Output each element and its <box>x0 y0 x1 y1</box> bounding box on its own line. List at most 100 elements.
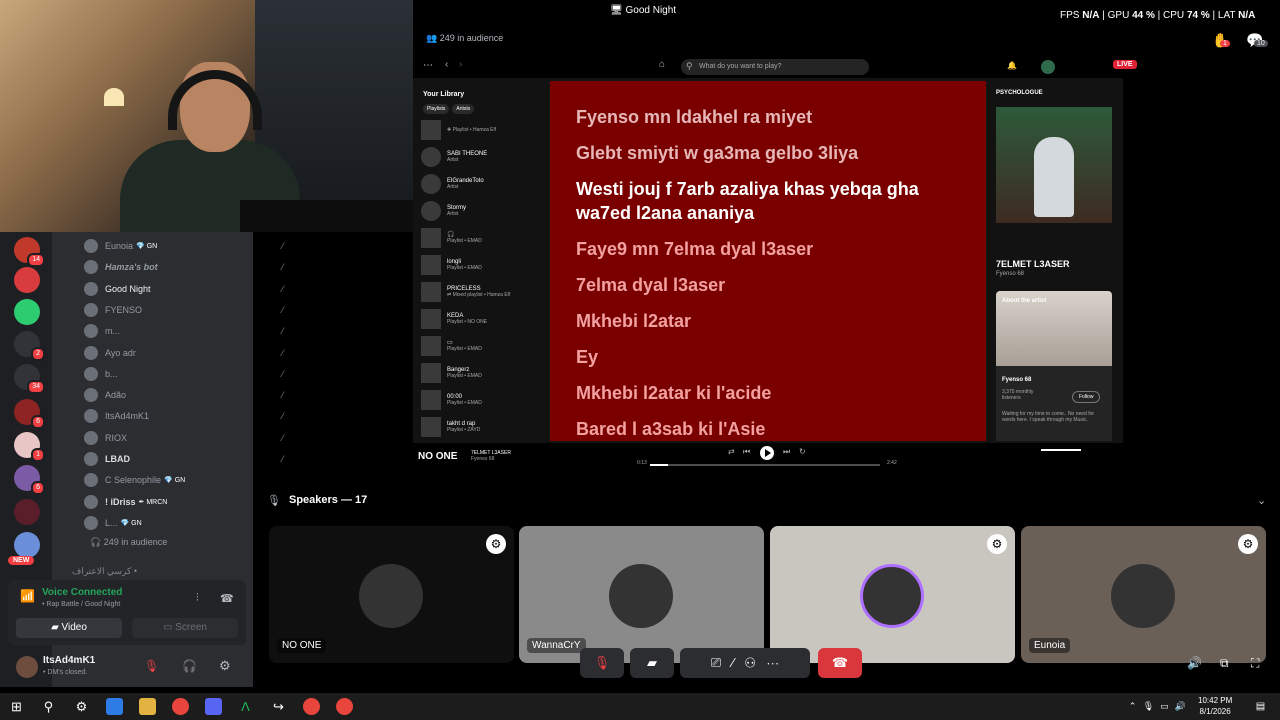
library-item[interactable]: SABI THEONE Artist <box>415 143 546 170</box>
library-item[interactable]: PRICELESS ⇄ Mixed playlist • Hamza Elf <box>415 278 546 305</box>
voice-member[interactable]: RIOX ⁄ <box>84 429 284 447</box>
search-input[interactable]: ⚲ What do you want to play? <box>681 59 869 75</box>
tray-volume-icon[interactable]: 🔊 <box>1172 698 1189 715</box>
library-item[interactable]: ▭ Playlist • EMAD <box>415 332 546 359</box>
chat-button[interactable]: 💬 10 <box>1246 32 1268 49</box>
forward-icon[interactable]: › <box>459 59 462 70</box>
voice-member[interactable]: ItsAd4mK1 ⁄ <box>84 407 284 425</box>
library-item[interactable]: 🎧 Playlist • EMAD <box>415 224 546 251</box>
settings-icon[interactable]: ⚙ <box>73 698 90 715</box>
mic-muted-icon[interactable]: 🎙 <box>144 659 159 673</box>
voice-member[interactable]: Good Night ⁄ <box>84 280 284 298</box>
back-icon[interactable]: ‹ <box>445 59 448 70</box>
server-icon[interactable]: 6 <box>14 465 45 495</box>
app-icon[interactable]: Λ <box>237 698 254 715</box>
server-icon[interactable]: 34 <box>14 364 45 394</box>
more-icon[interactable]: ⋯ <box>766 655 779 670</box>
screen-share-icon[interactable]: ⎚ <box>711 655 721 670</box>
progress-bar[interactable] <box>650 464 880 466</box>
system-clock[interactable]: 10:42 PM 8/1/2026 <box>1198 695 1232 717</box>
follow-button[interactable]: Follow <box>1072 391 1101 403</box>
username[interactable]: ItsAd4mK1 <box>43 655 95 666</box>
previous-icon[interactable]: ⏮ <box>743 447 750 457</box>
folder-icon[interactable] <box>139 698 156 715</box>
notification-icon[interactable]: ▤ <box>1252 698 1269 715</box>
filter-chip[interactable]: Artists <box>452 104 475 114</box>
about-artist-card[interactable]: About the artist Fyenso 68 3,375 monthly… <box>996 291 1112 441</box>
voice-status[interactable]: Voice Connected <box>42 587 122 598</box>
gear-icon[interactable]: ⚙ <box>1238 534 1258 554</box>
mic-off-icon[interactable]: ⁄ <box>732 655 734 670</box>
obs-icon[interactable] <box>336 698 353 715</box>
disconnect-icon[interactable]: ☎ <box>220 592 234 605</box>
chrome-icon-2[interactable] <box>303 698 320 715</box>
popout-icon[interactable]: ⧉ <box>1220 656 1229 671</box>
speaker-tile[interactable]: WannaCrY <box>519 526 764 663</box>
server-icon[interactable] <box>14 267 40 293</box>
lyric-line[interactable]: Bared l a3sab ki l'Asie <box>576 417 960 441</box>
windows-start-icon[interactable]: ⊞ <box>8 698 25 715</box>
lyric-line[interactable]: Glebt smiyti w ga3ma gelbo 3liya <box>576 141 960 165</box>
server-icon[interactable]: 14 <box>14 237 45 267</box>
avatar[interactable] <box>16 656 38 678</box>
home-icon[interactable]: ⌂ <box>659 59 665 70</box>
speaker-tile[interactable]: NO ONE ⚙ <box>269 526 514 663</box>
chrome-icon[interactable] <box>172 698 189 715</box>
voice-member[interactable]: L...💎 GN⁄ <box>84 514 284 532</box>
mute-button[interactable]: 🎙 <box>580 648 624 678</box>
voice-member[interactable]: FYENSO ⁄ <box>84 301 284 319</box>
gear-icon[interactable]: ⚙ <box>987 534 1007 554</box>
library-item[interactable]: longli Playlist • EMAD <box>415 251 546 278</box>
voice-member[interactable]: Ayo adr ⁄ <box>84 344 284 362</box>
hang-up-button[interactable]: ☎ <box>818 648 862 678</box>
voice-member[interactable]: LBAD ⁄ <box>84 450 284 468</box>
gear-icon[interactable]: ⚙ <box>486 534 506 554</box>
library-item[interactable]: takht d rap Playlist • ZAYD <box>415 413 546 440</box>
library-item[interactable]: Bangerz Playlist • EMAD <box>415 359 546 386</box>
library-item[interactable]: 00:00 Playlist • EMAD <box>415 386 546 413</box>
volume-icon[interactable]: 🔊 <box>1187 656 1202 670</box>
voice-member[interactable]: C Selenophile💎 GN⁄ <box>84 471 284 489</box>
tray-chevron-icon[interactable]: ⌃ <box>1124 698 1141 715</box>
library-item[interactable]: KEDA Playlist • NO ONE <box>415 305 546 332</box>
volume-slider[interactable] <box>1041 449 1081 451</box>
activity-icon[interactable]: ⚇ <box>745 655 755 670</box>
voice-member[interactable]: b... ⁄ <box>84 365 284 383</box>
lyric-line[interactable]: Westi jouj f 7arb azaliya khas yebqa gha… <box>576 177 960 225</box>
tray-network-icon[interactable]: ▭ <box>1156 698 1173 715</box>
gear-icon[interactable]: ⚙ <box>219 658 231 674</box>
voice-member[interactable]: ! iDriss✒ MRCN⁄ <box>84 493 284 511</box>
search-icon[interactable]: ⚲ <box>40 698 57 715</box>
repeat-icon[interactable]: ↻ <box>799 447 806 456</box>
fullscreen-icon[interactable]: ⛶ <box>1251 656 1259 671</box>
lyric-line[interactable]: Faye9 mn 7elma dyal l3aser <box>576 237 960 261</box>
profile-avatar[interactable] <box>1041 60 1055 74</box>
shuffle-icon[interactable]: ⇄ <box>728 447 735 456</box>
library-item[interactable]: ✚ Playlist • Hamza Elf <box>415 116 546 143</box>
voice-member[interactable]: Adão ⁄ <box>84 386 284 404</box>
bell-icon[interactable]: 🔔 <box>1007 61 1017 70</box>
video-button[interactable]: ▰ Video <box>16 618 122 638</box>
track-artist[interactable]: Fyenso 68 <box>996 271 1024 277</box>
server-icon[interactable]: 2 <box>14 331 45 361</box>
server-icon[interactable] <box>14 499 40 525</box>
play-button[interactable] <box>760 446 774 460</box>
more-icon[interactable]: ⋯ <box>423 60 433 71</box>
library-item[interactable]: Stormy Artist <box>415 197 546 224</box>
lyric-line[interactable]: Mkhebi l2atar <box>576 309 960 333</box>
filter-chip[interactable]: Playlists <box>423 104 450 114</box>
next-icon[interactable]: ⏭ <box>783 447 790 457</box>
store-icon[interactable] <box>106 698 123 715</box>
screen-button[interactable]: ▭ Screen <box>132 618 238 638</box>
server-icon[interactable] <box>14 532 40 558</box>
soundboard-icon[interactable]: ⫶ <box>196 592 199 605</box>
server-icon[interactable] <box>14 299 40 325</box>
library-item[interactable]: ElGrandeToto Artist <box>415 170 546 197</box>
server-icon[interactable]: 1 <box>14 432 45 462</box>
camera-button[interactable]: ▰ <box>630 648 674 678</box>
tray-mic-icon[interactable]: 🎙 <box>1140 698 1157 715</box>
speaker-tile[interactable]: Eunoia ⚙ <box>1021 526 1266 663</box>
voice-member[interactable]: Hamza's bot ⁄ <box>84 258 284 276</box>
forum-channel[interactable]: كرسي الاعتراف • <box>72 566 137 577</box>
lyric-line[interactable]: Ey <box>576 345 960 369</box>
